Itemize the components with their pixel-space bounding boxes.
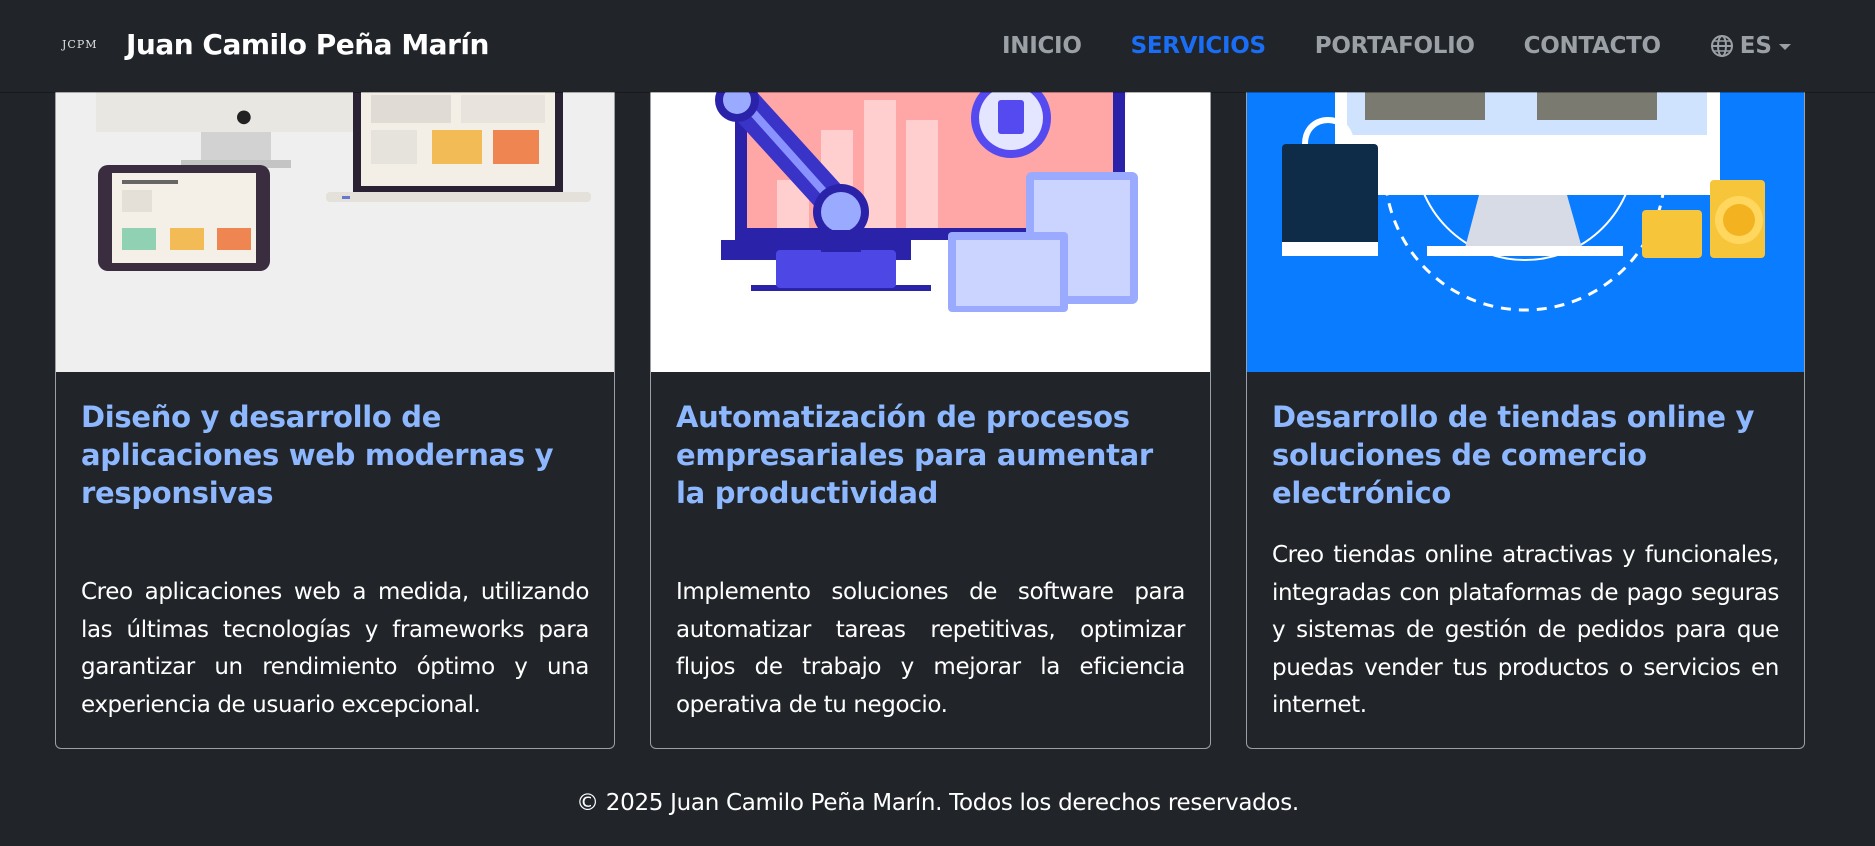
service-card-web: ● Diseño y desarrollo de aplicaciones we… bbox=[55, 0, 615, 749]
chevron-down-icon bbox=[1779, 44, 1791, 50]
nav-portafolio[interactable]: PORTAFOLIO bbox=[1315, 33, 1475, 59]
card-text: Creo aplicaciones web a medida, utilizan… bbox=[81, 579, 589, 718]
language-dropdown[interactable]: ES bbox=[1710, 33, 1791, 59]
footer-copyright: © 2025 Juan Camilo Peña Marín. Todos los… bbox=[576, 790, 1299, 816]
language-label: ES bbox=[1739, 33, 1772, 59]
navbar: JCPM Juan Camilo Peña Marín INICIO SERVI… bbox=[0, 0, 1875, 92]
card-title: Diseño y desarrollo de aplicaciones web … bbox=[81, 400, 554, 510]
nav-inicio[interactable]: INICIO bbox=[1002, 33, 1082, 59]
card-text: Implemento soluciones de software para a… bbox=[676, 579, 1185, 718]
brand-name[interactable]: Juan Camilo Peña Marín bbox=[126, 28, 489, 61]
nav-menu: INICIO SERVICIOS PORTAFOLIO CONTACTO ES bbox=[1002, 0, 1875, 92]
globe-icon bbox=[1710, 35, 1733, 57]
nav-contacto[interactable]: CONTACTO bbox=[1524, 33, 1661, 59]
card-text: Creo tiendas online atractivas y funcion… bbox=[1272, 542, 1779, 718]
card-title: Desarrollo de tiendas online y solucione… bbox=[1272, 400, 1755, 510]
service-card-ecommerce: Desarrollo de tiendas online y solucione… bbox=[1246, 0, 1805, 749]
service-card-automation: Automatización de procesos empresariales… bbox=[650, 0, 1211, 749]
card-title: Automatización de procesos empresariales… bbox=[676, 400, 1153, 510]
nav-servicios[interactable]: SERVICIOS bbox=[1131, 33, 1267, 59]
logo[interactable]: JCPM bbox=[62, 38, 98, 51]
svg-text:●: ● bbox=[236, 106, 252, 127]
